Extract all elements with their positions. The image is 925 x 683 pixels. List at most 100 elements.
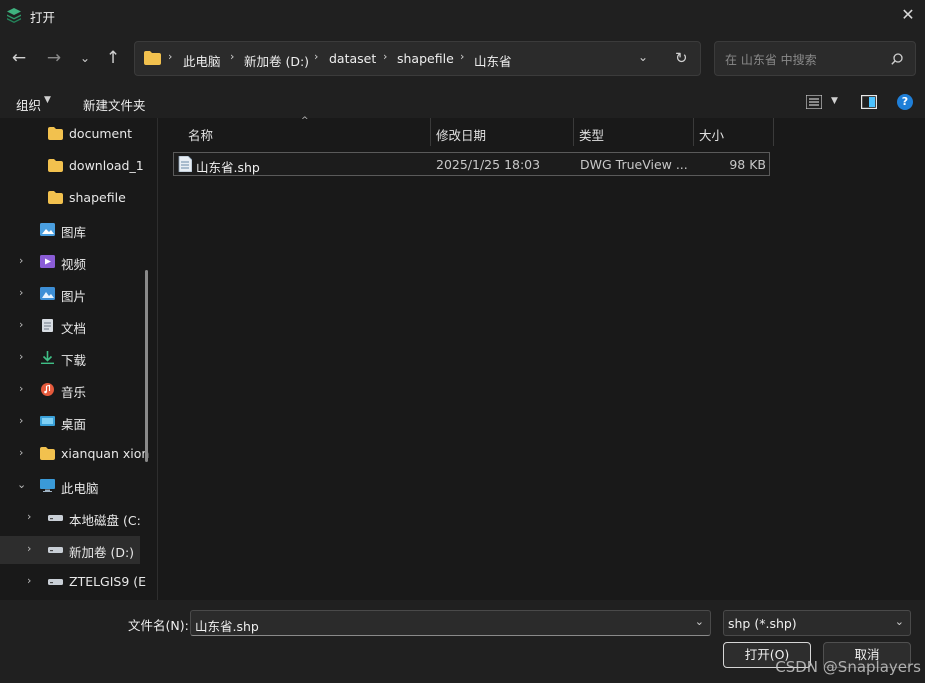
close-icon[interactable]: ✕ (895, 3, 921, 27)
shp-file-icon (178, 156, 192, 172)
sidebar-item[interactable]: › 音乐 (0, 376, 140, 404)
filetype-select[interactable]: shp (*.shp) ⌄ (723, 610, 911, 636)
view-list-icon[interactable] (806, 95, 822, 109)
chevron-right-icon[interactable]: › (27, 542, 31, 555)
refresh-icon[interactable]: ↻ (675, 49, 688, 67)
up-arrow-icon[interactable]: ↑ (100, 45, 126, 71)
organize-button[interactable]: 组织 (16, 95, 41, 114)
sidebar-item[interactable]: shapefile (0, 184, 140, 212)
column-header-type[interactable]: 类型 (579, 125, 604, 144)
column-separator[interactable] (430, 118, 431, 146)
chevron-right-icon[interactable]: › (19, 318, 23, 331)
chevron-right-icon[interactable]: › (27, 574, 31, 587)
sidebar-item[interactable]: › ZTELGIS9 (E (0, 568, 146, 596)
sidebar-item-label: 此电脑 (61, 481, 99, 496)
sidebar-item[interactable]: › 桌面 (0, 408, 140, 436)
help-icon[interactable]: ? (897, 94, 913, 110)
folder-icon (48, 127, 63, 140)
search-placeholder: 在 山东省 中搜索 (725, 53, 817, 67)
sidebar-item[interactable]: › 视频 (0, 248, 140, 276)
sidebar-item-label: 图库 (61, 225, 87, 240)
computer-icon (40, 479, 55, 492)
sidebar-item[interactable]: ⌄ 此电脑 (0, 472, 140, 500)
pictures-icon (40, 287, 55, 300)
address-bar[interactable]: › 此电脑 › 新加卷 (D:) › dataset › shapefile ›… (134, 41, 701, 76)
column-separator[interactable] (773, 118, 774, 146)
sidebar-item[interactable]: document (0, 120, 140, 148)
filename-dropdown-chevron-icon[interactable]: ⌄ (695, 615, 704, 628)
breadcrumb-shapefile[interactable]: shapefile (397, 51, 454, 66)
column-header-name[interactable]: 名称 (188, 125, 213, 144)
column-header-size[interactable]: 大小 (699, 125, 724, 144)
chevron-right-icon[interactable]: › (19, 414, 23, 427)
breadcrumb-this-pc[interactable]: 此电脑 (183, 51, 221, 70)
chevron-right-icon[interactable]: › (19, 286, 23, 299)
breadcrumb-separator-icon: › (230, 50, 235, 63)
filename-label: 文件名(N): (128, 618, 189, 633)
drive-icon (48, 579, 63, 585)
chevron-right-icon[interactable]: › (27, 510, 31, 523)
search-box[interactable]: 在 山东省 中搜索 (714, 41, 916, 76)
download-icon (41, 351, 54, 364)
breadcrumb-separator-icon: › (383, 50, 388, 63)
sidebar-item[interactable]: download_1 (0, 152, 144, 180)
file-row[interactable]: 山东省.shp 2025/1/25 18:03 DWG TrueView ...… (173, 152, 770, 176)
back-arrow-icon[interactable]: ← (6, 45, 32, 71)
sidebar-item[interactable]: › 本地磁盘 (C: (0, 504, 141, 532)
breadcrumb-shandong[interactable]: 山东省 (474, 51, 512, 70)
drive-icon (48, 515, 63, 521)
sidebar-item-label: ZTELGIS9 (E (69, 574, 147, 589)
sidebar-item-label: 新加卷 (D:) (69, 545, 135, 560)
navigation-pane-scrollbar[interactable] (145, 270, 148, 462)
preview-pane-icon[interactable] (861, 95, 877, 109)
sidebar-item[interactable]: › 文档 (0, 312, 140, 340)
forward-arrow-icon[interactable]: → (41, 45, 67, 71)
sidebar-item-label: 音乐 (61, 385, 87, 400)
folder-icon (48, 191, 63, 204)
filetype-value: shp (*.shp) (728, 616, 797, 631)
app-layers-icon (7, 8, 21, 23)
folder-icon (48, 159, 63, 172)
column-separator[interactable] (693, 118, 694, 146)
new-folder-button[interactable]: 新建文件夹 (83, 95, 146, 114)
documents-icon (42, 319, 53, 332)
sidebar-item-label: document (69, 126, 133, 141)
chevron-right-icon[interactable]: › (19, 382, 23, 395)
column-separator[interactable] (573, 118, 574, 146)
filetype-dropdown-chevron-icon[interactable]: ⌄ (895, 615, 904, 628)
file-list-header: ^ 名称 修改日期 类型 大小 (158, 116, 925, 146)
chevron-right-icon[interactable]: › (19, 254, 23, 267)
desktop-icon (40, 416, 55, 426)
sidebar-item-label: 文档 (61, 321, 87, 336)
sidebar-item[interactable]: › 下载 (0, 344, 140, 372)
chevron-right-icon[interactable]: › (19, 446, 23, 459)
view-options-dropdown-icon[interactable]: ▼ (831, 96, 838, 106)
folder-icon (40, 447, 55, 460)
sidebar-item[interactable]: › xianquan xion (0, 440, 149, 468)
filename-combobox[interactable]: 山东省.shp ⌄ (190, 610, 711, 636)
organize-dropdown-icon[interactable]: ▼ (44, 95, 51, 105)
breadcrumb-drive-d[interactable]: 新加卷 (D:) (244, 51, 309, 70)
video-icon (40, 255, 55, 268)
recent-locations-chevron-icon[interactable]: ⌄ (72, 45, 98, 71)
sidebar-item[interactable]: › 图片 (0, 280, 140, 308)
chevron-down-icon[interactable]: ⌄ (17, 478, 26, 491)
sidebar-item[interactable]: › 新加卷 (D:) (0, 536, 140, 564)
sidebar-item-label: 视频 (61, 257, 87, 272)
pane-divider[interactable] (157, 118, 158, 600)
drive-icon (48, 547, 63, 553)
chevron-right-icon[interactable]: › (19, 350, 23, 363)
title-bar: 打开 ✕ (0, 0, 925, 30)
sidebar-item[interactable]: 图库 (0, 216, 140, 244)
column-header-modified[interactable]: 修改日期 (436, 125, 486, 144)
sidebar-item-label: download_1 (69, 158, 144, 173)
folder-icon (144, 51, 161, 65)
file-size: 98 KB (729, 157, 766, 172)
window-title: 打开 (30, 10, 56, 25)
file-name: 山东省.shp (196, 160, 260, 175)
address-dropdown-chevron-icon[interactable]: ⌄ (638, 50, 648, 64)
filename-input[interactable]: 山东省.shp (195, 616, 259, 635)
search-icon[interactable] (891, 53, 903, 65)
sidebar-item-label: 下载 (61, 353, 87, 368)
breadcrumb-dataset[interactable]: dataset (329, 51, 376, 66)
